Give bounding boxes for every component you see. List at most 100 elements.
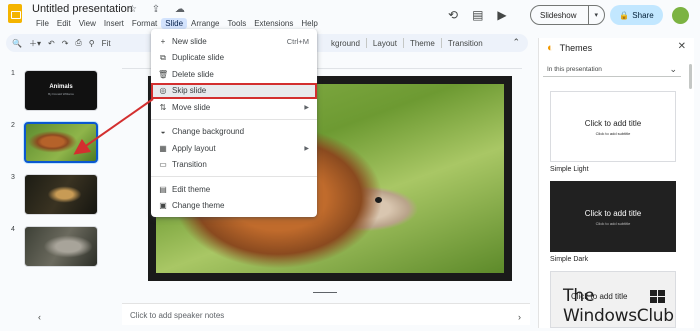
- menu-item-move-slide[interactable]: ⇅ Move slide ▶: [151, 99, 317, 116]
- menu-item-skip-slide[interactable]: ◎ Skip slide: [151, 82, 317, 99]
- menu-insert[interactable]: Insert: [100, 18, 128, 29]
- duplicate-icon: ⧉: [160, 52, 166, 62]
- theme-card-title: Click to add title: [584, 209, 642, 218]
- menu-arrange[interactable]: Arrange: [187, 18, 223, 29]
- menu-divider: [151, 176, 317, 177]
- close-icon[interactable]: ✕: [678, 41, 686, 52]
- submenu-arrow-icon: ▶: [304, 104, 309, 111]
- layout-button[interactable]: Layout: [373, 39, 397, 48]
- menu-item-label: Edit theme: [172, 184, 211, 194]
- menu-file[interactable]: File: [32, 18, 53, 29]
- menu-view[interactable]: View: [75, 18, 100, 29]
- change-theme-icon: ▣: [159, 201, 167, 211]
- comment-icon[interactable]: ▤: [472, 8, 483, 22]
- transition-button[interactable]: Transition: [448, 39, 483, 48]
- scrollbar[interactable]: [689, 64, 692, 89]
- layout-icon: ▦: [159, 143, 167, 153]
- filmstrip: 1 Animals By Donald Williams 2 3 4: [0, 60, 112, 322]
- menu-format[interactable]: Format: [128, 18, 161, 29]
- theme-card-simple-dark[interactable]: Click to add title Click to add subtitle: [550, 181, 676, 252]
- menu-help[interactable]: Help: [297, 18, 321, 29]
- menu-tools[interactable]: Tools: [224, 18, 251, 29]
- move-icon: ⇅: [159, 102, 167, 112]
- add-icon[interactable]: ＋▾: [29, 38, 41, 49]
- divider: [365, 38, 367, 48]
- menu-item-new-slide[interactable]: + New slide Ctrl+M: [151, 33, 317, 50]
- themes-panel: ◐ Themes ✕ In this presentation ⌄ Click …: [538, 38, 694, 328]
- menu-item-delete-slide[interactable]: 🗑 Delete slide: [151, 66, 317, 83]
- share-label: Share: [632, 10, 654, 20]
- palette-icon: ◐: [547, 42, 554, 54]
- filter-value: In this presentation: [547, 66, 602, 73]
- thumbnail-subtitle: By Donald Williams: [48, 92, 74, 96]
- chevron-down-icon[interactable]: ▾: [587, 6, 605, 24]
- slides-logo[interactable]: [8, 4, 22, 23]
- undo-icon[interactable]: ↶: [48, 39, 55, 48]
- menu-extensions[interactable]: Extensions: [250, 18, 297, 29]
- menu-item-change-theme[interactable]: ▣ Change theme: [151, 198, 317, 215]
- theme-name: Simple Dark: [550, 256, 589, 263]
- history-icon[interactable]: ⟲: [448, 8, 458, 22]
- slide-thumbnail-2[interactable]: [24, 122, 98, 163]
- menu-bar: File Edit View Insert Format Slide Arran…: [32, 18, 322, 29]
- menu-item-apply-layout[interactable]: ▦ Apply layout ▶: [151, 140, 317, 157]
- notes-resize-handle[interactable]: [313, 292, 337, 293]
- slide-thumbnail-1[interactable]: Animals By Donald Williams: [24, 70, 98, 111]
- redo-icon[interactable]: ↷: [62, 39, 69, 48]
- themes-filter-select[interactable]: In this presentation ⌄: [543, 63, 681, 77]
- menu-item-label: Transition: [172, 160, 207, 170]
- menu-item-label: Delete slide: [172, 69, 214, 79]
- title-icons[interactable]: ☆ ⇪ ☁: [128, 4, 191, 15]
- trash-icon: 🗑: [158, 69, 169, 79]
- slide-thumbnail-3[interactable]: [24, 174, 98, 215]
- speaker-notes[interactable]: Click to add speaker notes: [122, 303, 530, 325]
- header-icons: ⟲ ▤ ▶: [448, 8, 507, 22]
- background-icon: ◒: [160, 127, 166, 137]
- thumbnail-title: Animals: [49, 84, 73, 90]
- menu-item-label: Skip slide: [172, 86, 207, 96]
- slide-number: 3: [11, 174, 15, 181]
- paint-format-icon[interactable]: ⚲: [89, 39, 95, 48]
- zoom-fit[interactable]: Fit: [102, 39, 111, 48]
- print-icon[interactable]: ⎙: [75, 38, 81, 48]
- menu-item-label: Duplicate slide: [172, 53, 225, 63]
- slide-thumbnail-4[interactable]: [24, 226, 98, 267]
- menu-slide[interactable]: Slide: [161, 18, 188, 29]
- transition-icon: ▭: [159, 160, 167, 170]
- divider: [402, 38, 404, 48]
- slide-number: 2: [11, 122, 15, 129]
- menu-item-duplicate-slide[interactable]: ⧉ Duplicate slide: [151, 50, 317, 67]
- share-button[interactable]: 🔒 Share: [610, 5, 663, 25]
- collapse-filmstrip-icon[interactable]: ‹: [38, 312, 41, 322]
- lock-icon: 🔒: [619, 10, 630, 20]
- menu-edit[interactable]: Edit: [53, 18, 75, 29]
- submenu-arrow-icon: ▶: [304, 145, 309, 152]
- watermark-line1: The: [563, 286, 595, 306]
- theme-card-title: Click to add title: [584, 119, 642, 128]
- document-title[interactable]: Untitled presentation: [32, 3, 133, 15]
- chevron-down-icon[interactable]: ⌄: [669, 64, 677, 75]
- background-button[interactable]: kground: [331, 39, 360, 48]
- avatar[interactable]: [672, 7, 689, 24]
- toolbar-right: kground Layout Theme Transition: [331, 34, 483, 52]
- explore-icon[interactable]: ›: [518, 312, 521, 322]
- eye-icon: ◎: [159, 86, 167, 96]
- search-icon[interactable]: 🔍: [12, 39, 22, 48]
- menu-item-transition[interactable]: ▭ Transition: [151, 157, 317, 174]
- meet-icon[interactable]: ▶: [497, 8, 506, 22]
- fox-nose: [375, 197, 383, 204]
- edit-theme-icon: ▤: [159, 184, 167, 194]
- theme-card-simple-light[interactable]: Click to add title Click to add subtitle: [550, 91, 676, 162]
- theme-button[interactable]: Theme: [410, 39, 435, 48]
- theme-card-subtitle: Click to add subtitle: [595, 221, 631, 226]
- menu-item-label: Change background: [172, 127, 245, 137]
- plus-icon: +: [160, 36, 166, 46]
- collapse-toolbar-icon[interactable]: ⌃: [512, 37, 520, 48]
- menu-item-change-background[interactable]: ◒ Change background: [151, 124, 317, 141]
- slide-number: 4: [11, 226, 15, 233]
- slideshow-button[interactable]: Slideshow ▾: [530, 5, 605, 25]
- slideshow-label[interactable]: Slideshow: [531, 11, 588, 20]
- themes-title: Themes: [559, 43, 593, 53]
- menu-item-edit-theme[interactable]: ▤ Edit theme: [151, 181, 317, 198]
- theme-name: Simple Light: [550, 166, 589, 173]
